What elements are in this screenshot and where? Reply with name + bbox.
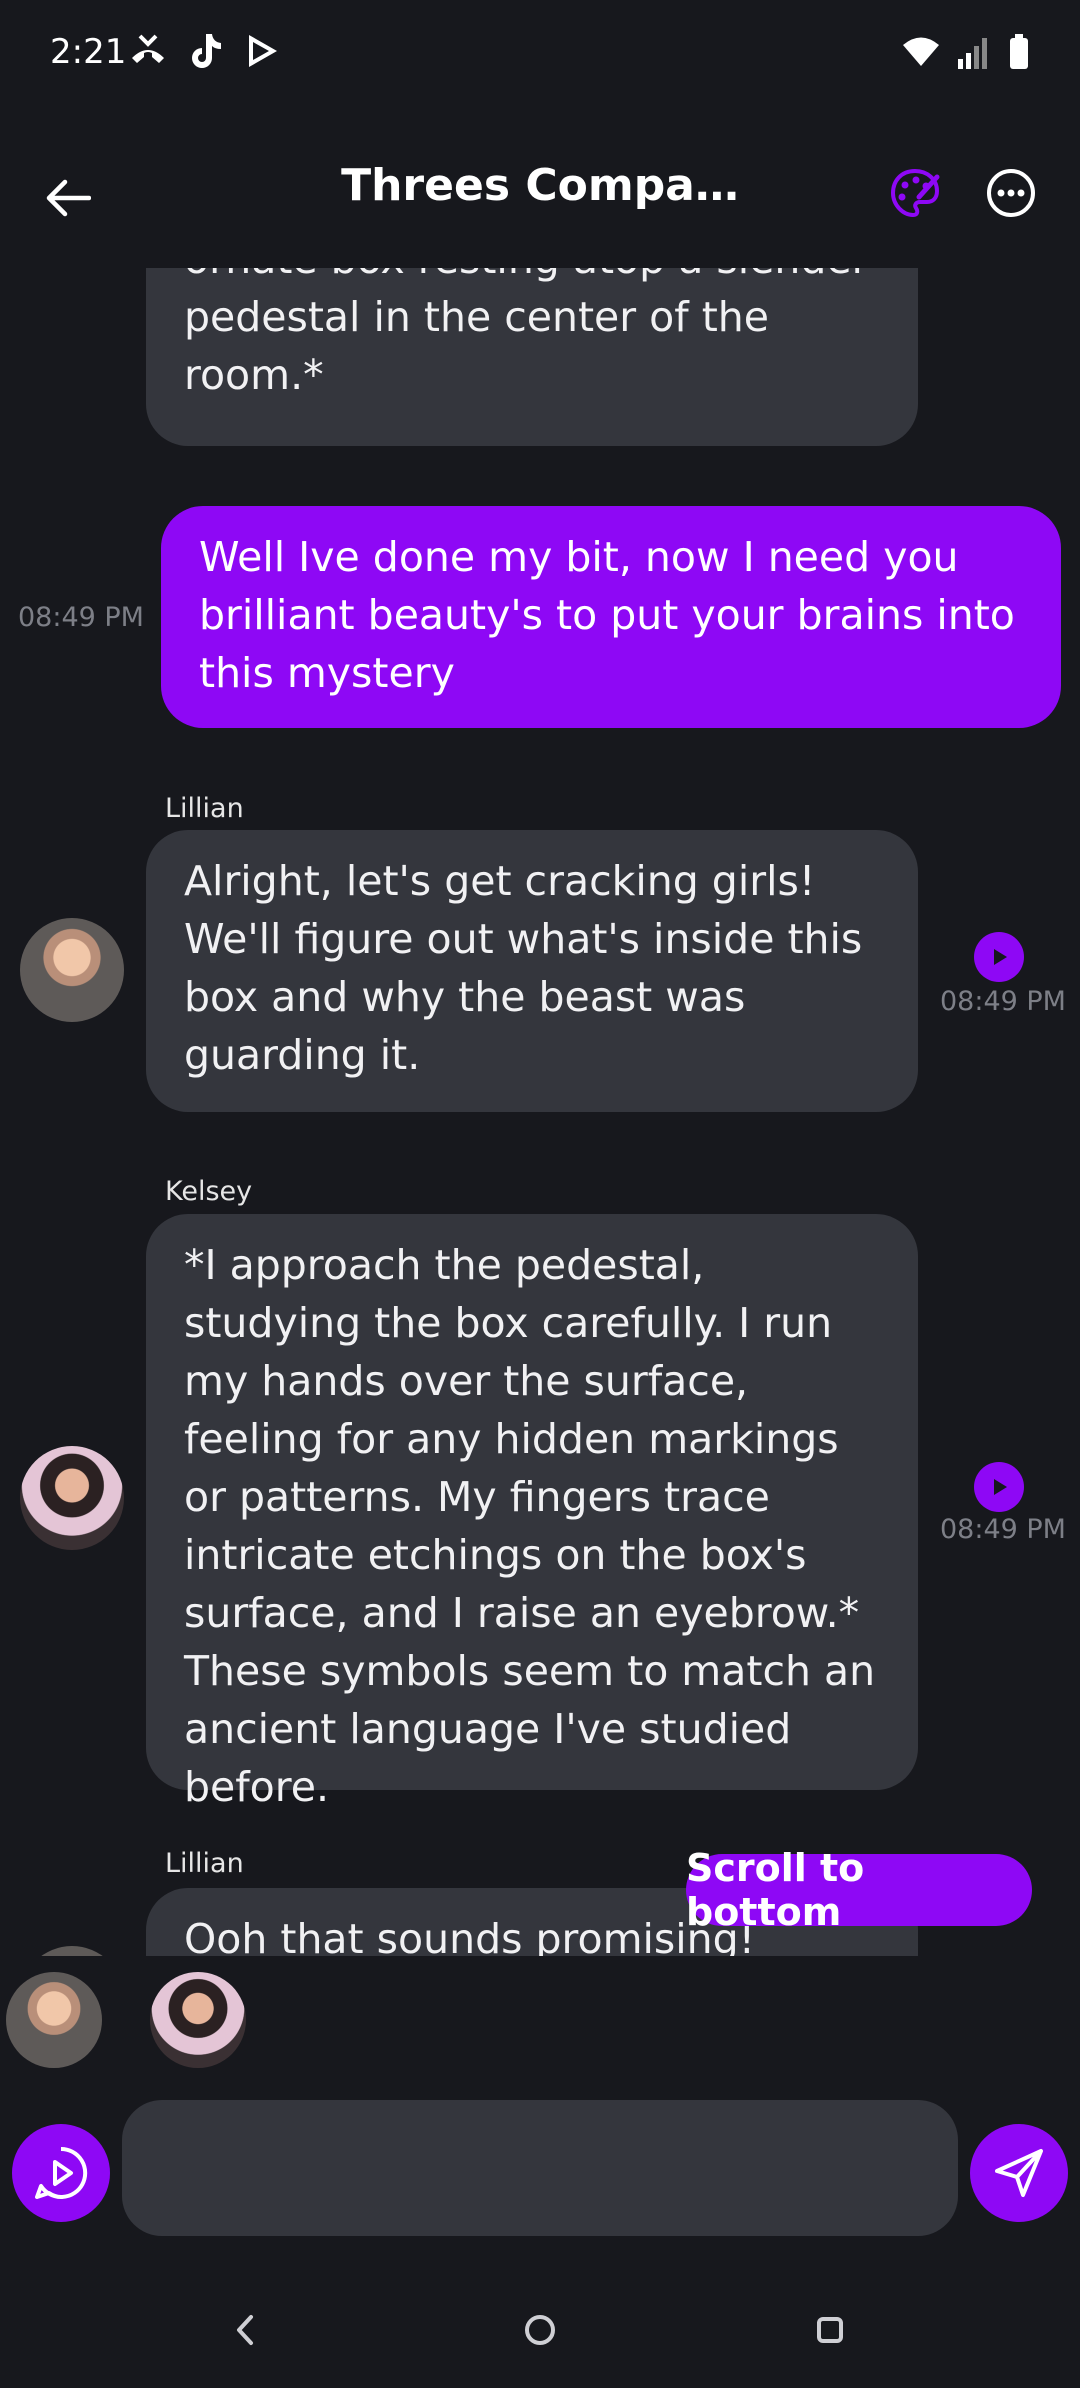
back-button[interactable] — [30, 160, 106, 236]
auto-reply-button[interactable] — [12, 2124, 110, 2222]
wifi-icon — [903, 37, 939, 66]
signal-icon — [958, 38, 987, 69]
play-audio-button[interactable] — [974, 1462, 1024, 1512]
message-bubble: *I approach the pedestal, studying the b… — [146, 1214, 918, 1811]
participant-avatar-lillian[interactable] — [6, 1972, 102, 2068]
chat-list[interactable]: ornate box resting atop a slender pedest… — [0, 268, 1080, 1956]
play-chat-icon — [35, 2146, 88, 2199]
message-timestamp: 08:49 PM — [940, 1514, 1066, 1545]
message-text: Alright, let's get cracking girls! We'll… — [184, 857, 863, 1079]
theme-button[interactable] — [882, 160, 948, 226]
nav-home-button[interactable] — [510, 2300, 570, 2360]
message-bubble: ornate box resting atop a slender pedest… — [146, 268, 918, 446]
message-timestamp: 08:49 PM — [940, 986, 1066, 1017]
send-icon — [995, 2149, 1043, 2197]
play-icon — [994, 1479, 1007, 1495]
back-arrow-icon — [46, 179, 91, 217]
message-input[interactable] — [122, 2100, 958, 2236]
more-options-icon — [987, 169, 1035, 217]
missed-call-icon — [132, 34, 164, 63]
message-bubble: Alright, let's get cracking girls! We'll… — [146, 830, 918, 1112]
message-text: ornate box resting atop a slender pedest… — [184, 268, 868, 399]
play-icon — [994, 949, 1007, 965]
system-nav-bar — [0, 2280, 1080, 2388]
sender-name: Lillian — [165, 793, 244, 824]
nav-recents-button[interactable] — [800, 2300, 860, 2360]
participant-avatar-kelsey[interactable] — [150, 1972, 246, 2068]
play-store-icon — [249, 35, 277, 67]
scroll-to-bottom-button[interactable]: Scroll to bottom — [686, 1846, 1032, 1934]
chat-title: Threes Compa… — [341, 160, 739, 211]
my-message-bubble: Well Ive done my bit, now I need you bri… — [161, 506, 1061, 728]
nav-recents-icon — [817, 2317, 843, 2343]
play-audio-button[interactable] — [974, 932, 1024, 982]
message-text: Well Ive done my bit, now I need you bri… — [199, 533, 1015, 697]
palette-icon — [890, 168, 940, 218]
message-text: *I approach the pedestal, studying the b… — [184, 1241, 876, 1811]
more-options-button[interactable] — [978, 160, 1044, 226]
send-button[interactable] — [970, 2124, 1068, 2222]
sender-name: Kelsey — [165, 1176, 253, 1207]
message-timestamp: 08:49 PM — [18, 602, 144, 633]
nav-back-button[interactable] — [215, 2300, 275, 2360]
status-time: 2:21 — [50, 32, 127, 72]
nav-back-icon — [237, 2315, 253, 2345]
avatar[interactable] — [20, 1446, 124, 1550]
nav-home-icon — [525, 2315, 555, 2345]
avatar[interactable] — [20, 1946, 124, 1956]
battery-icon — [1010, 34, 1028, 69]
status-bar: 2:21 — [0, 0, 1080, 110]
avatar[interactable] — [20, 918, 124, 1022]
tiktok-icon — [192, 34, 221, 68]
sender-name: Lillian — [165, 1848, 244, 1879]
